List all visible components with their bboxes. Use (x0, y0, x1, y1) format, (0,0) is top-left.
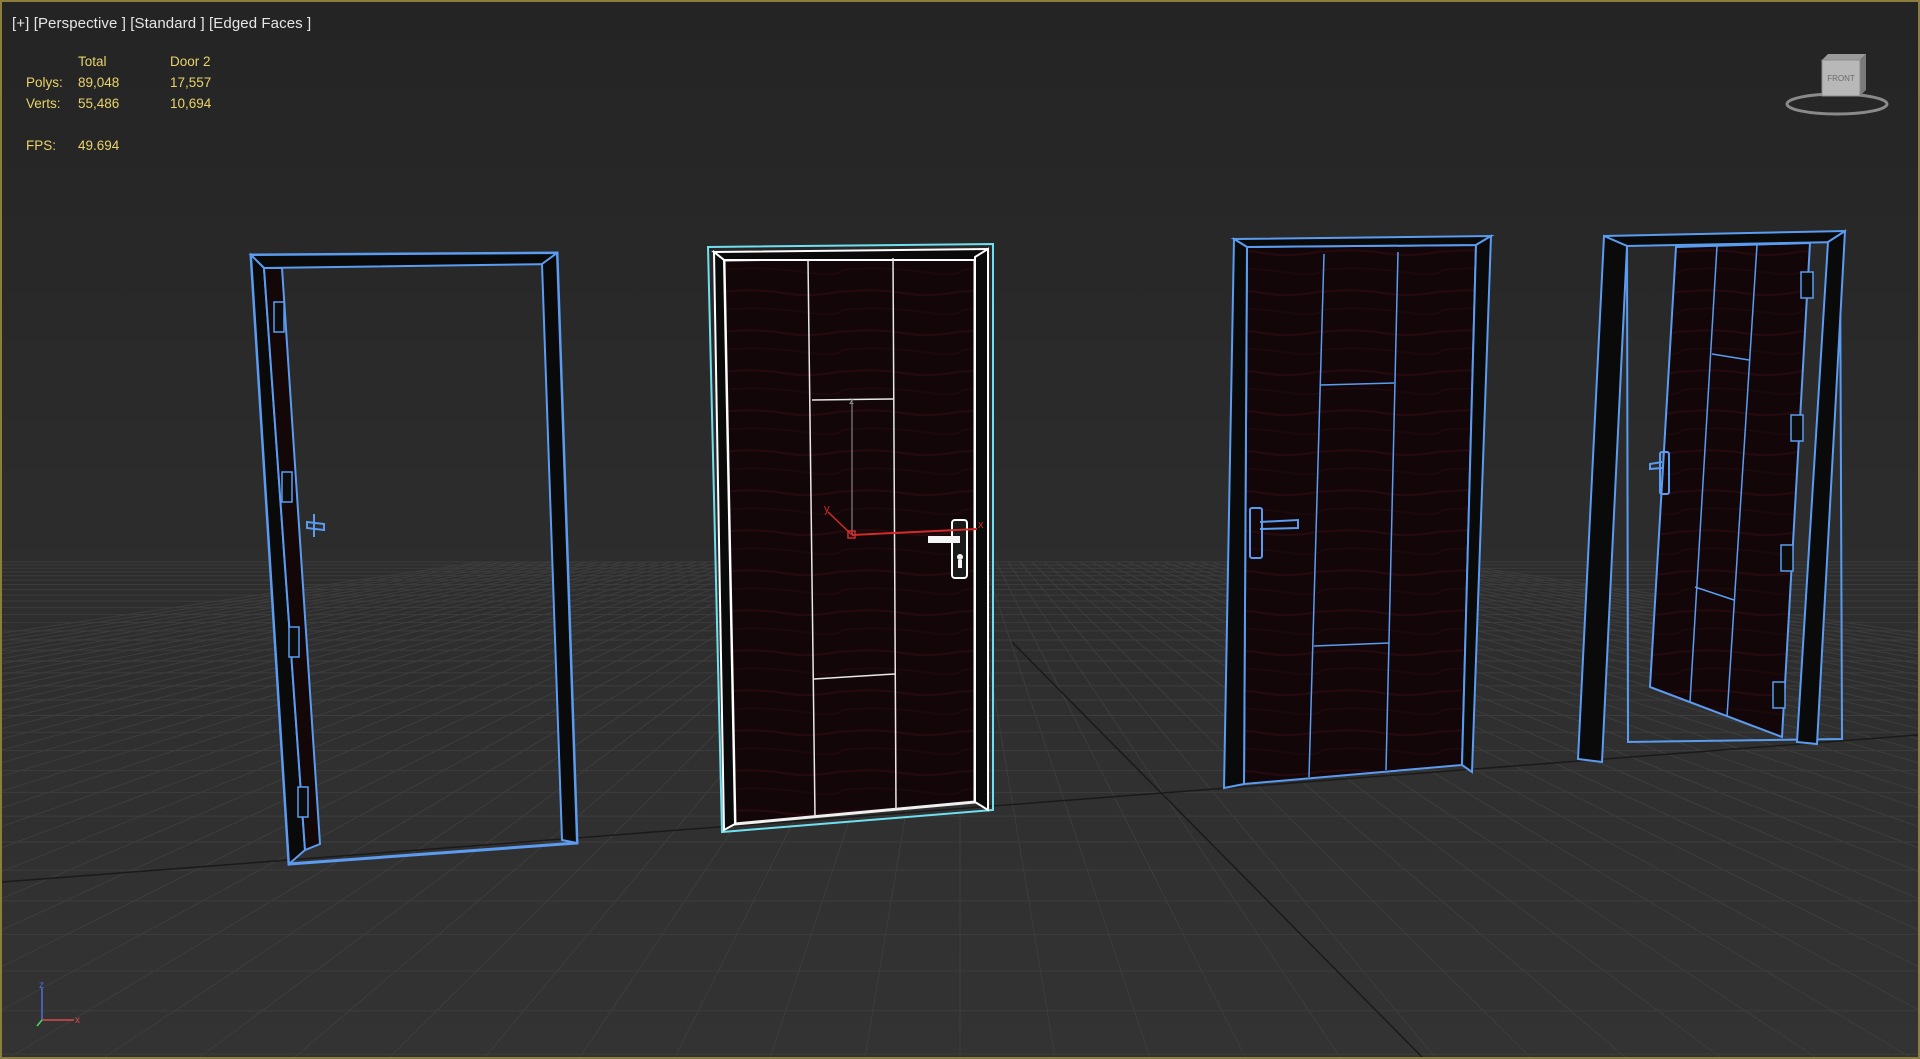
viewcube-front-label: FRONT (1827, 74, 1855, 83)
axis-x-label: x (75, 1015, 80, 1026)
stats-fps-value: 49.694 (78, 138, 120, 153)
door-3-frame-head (1230, 234, 1495, 249)
stats-verts-label: Verts: (26, 96, 61, 111)
door-3-leaf (1242, 243, 1478, 786)
viewcube-icon[interactable]: FRONT (1782, 52, 1892, 122)
stats-fps-label: FPS: (26, 138, 57, 153)
stats-selected-header: Door 2 (170, 54, 211, 69)
axis-z-label: z (39, 980, 44, 991)
viewcube-right-face[interactable] (1860, 54, 1866, 96)
axis-tripod-icon: z x (36, 980, 80, 1027)
svg-text:z: z (849, 396, 854, 407)
viewport-shading-menu[interactable]: [Standard ] (130, 15, 204, 32)
scene-canvas[interactable]: y x z (2, 2, 1918, 1057)
perspective-viewport[interactable]: y x z [+] [Perspective] [Standard] [Ed… (0, 0, 1920, 1059)
svg-text:x: x (978, 519, 984, 531)
viewcube-compass-ring[interactable] (1785, 92, 1889, 116)
viewport-point-of-view-menu[interactable]: [Perspective ] (34, 15, 126, 32)
svg-text:y: y (824, 503, 830, 515)
viewport-label-menu[interactable]: [+] [Perspective ] [Standard ] [Edged Fa… (12, 15, 311, 32)
stats-verts-total: 55,486 (78, 96, 120, 111)
viewport-general-menu[interactable]: [+] (12, 15, 29, 32)
stats-polys-selected: 17,557 (170, 75, 212, 90)
door-2[interactable]: y x z (706, 242, 994, 834)
door-2-frame-head (711, 247, 989, 261)
door-3[interactable] (1222, 234, 1495, 790)
stats-total-header: Total (78, 54, 107, 69)
viewport-edged-faces-menu[interactable]: [Edged Faces ] (209, 15, 311, 32)
stats-polys-label: Polys: (26, 75, 63, 90)
stats-verts-selected: 10,694 (170, 96, 212, 111)
viewcube-top-face[interactable] (1822, 54, 1866, 60)
stats-polys-total: 89,048 (78, 75, 120, 90)
